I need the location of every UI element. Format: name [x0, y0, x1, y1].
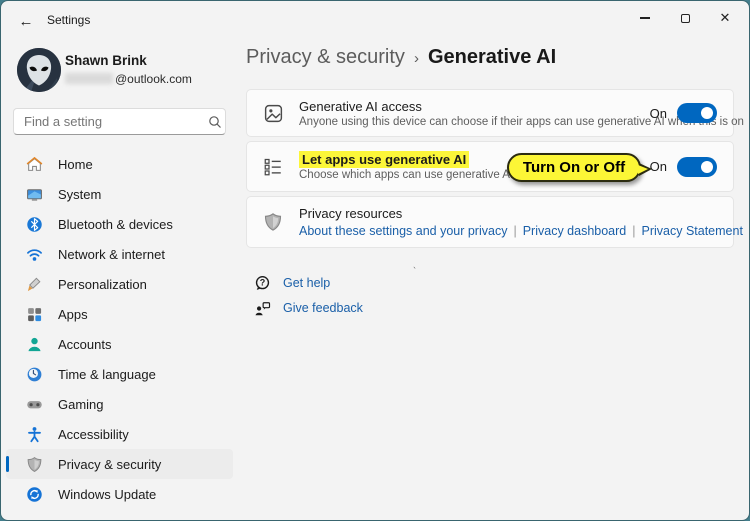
generative-ai-access-toggle[interactable] — [677, 103, 717, 123]
window-title: Settings — [47, 13, 90, 27]
user-name: Shawn Brink — [65, 53, 147, 68]
svg-text:?: ? — [259, 277, 265, 287]
get-help-row[interactable]: ? Get help — [253, 271, 363, 295]
setting-title: Generative AI access — [299, 99, 650, 114]
sidebar-item-label: Accessibility — [58, 427, 129, 442]
privacy-security-icon — [26, 456, 43, 473]
sidebar-item-label: Bluetooth & devices — [58, 217, 173, 232]
generative-ai-access-icon — [261, 103, 285, 124]
sidebar-item-home[interactable]: Home — [6, 149, 233, 179]
sidebar-item-label: Network & internet — [58, 247, 165, 262]
link-about-settings-privacy[interactable]: About these settings and your privacy — [299, 224, 507, 238]
privacy-links: About these settings and your privacy | Pr… — [299, 224, 717, 238]
system-icon — [26, 186, 43, 203]
sidebar-item-network-internet[interactable]: Network & internet — [6, 239, 233, 269]
main-content: Privacy & security › Generative AI Gener… — [246, 41, 732, 520]
link-separator: | — [632, 224, 635, 238]
personalization-icon — [26, 276, 43, 293]
titlebar: ← Settings ✕ — [1, 1, 749, 41]
close-button[interactable]: ✕ — [705, 1, 745, 35]
close-icon: ✕ — [720, 10, 731, 26]
user-email: @outlook.com — [65, 72, 192, 86]
link-privacy-statement[interactable]: Privacy Statement — [642, 224, 743, 238]
search-box[interactable] — [13, 108, 226, 135]
sidebar-item-label: Personalization — [58, 277, 147, 292]
apps-list-icon — [261, 157, 285, 177]
sidebar-item-system[interactable]: System — [6, 179, 233, 209]
network-icon — [26, 246, 43, 263]
give-feedback-icon — [253, 300, 271, 317]
minimize-icon — [640, 17, 650, 18]
page-title: Generative AI — [428, 46, 556, 69]
sidebar-item-label: Accounts — [58, 337, 111, 352]
breadcrumb-parent[interactable]: Privacy & security — [246, 46, 405, 69]
setting-title: Privacy resources — [299, 206, 717, 221]
get-help-icon: ? — [253, 275, 271, 292]
sidebar-item-personalization[interactable]: Personalization — [6, 269, 233, 299]
cursor-artifact: ` — [411, 266, 417, 278]
sidebar-item-bluetooth-devices[interactable]: Bluetooth & devices — [6, 209, 233, 239]
minimize-button[interactable] — [625, 1, 665, 35]
email-domain: @outlook.com — [115, 72, 192, 86]
sidebar-item-label: System — [58, 187, 101, 202]
maximize-button[interactable] — [665, 1, 705, 35]
sidebar-item-apps[interactable]: Apps — [6, 299, 233, 329]
breadcrumb-separator-icon: › — [414, 48, 419, 67]
privacy-shield-icon — [261, 212, 285, 232]
generative-ai-access-card: Generative AI access Anyone using this d… — [246, 89, 734, 137]
give-feedback-row[interactable]: Give feedback — [253, 296, 363, 320]
help-links: ? Get help Give feedback — [253, 271, 363, 321]
gaming-icon — [26, 396, 43, 413]
accessibility-icon — [26, 426, 43, 443]
link-privacy-dashboard[interactable]: Privacy dashboard — [523, 224, 627, 238]
turn-on-or-off-callout: Turn On or Off — [507, 153, 641, 182]
accounts-icon — [26, 336, 43, 353]
sidebar: Shawn Brink @outlook.com Home System Blu… — [1, 41, 238, 520]
let-apps-use-generative-ai-toggle[interactable] — [677, 157, 717, 177]
settings-cards: Generative AI access Anyone using this d… — [246, 89, 734, 252]
back-button[interactable]: ← — [11, 8, 41, 34]
sidebar-item-label: Windows Update — [58, 487, 156, 502]
sidebar-item-windows-update[interactable]: Windows Update — [6, 479, 233, 509]
toggle-state-label: On — [650, 159, 667, 174]
privacy-resources-card: Privacy resources About these settings a… — [246, 196, 734, 248]
settings-window: ← Settings ✕ Shawn Brink @outlook.com — [0, 0, 750, 521]
sidebar-item-label: Time & language — [58, 367, 156, 382]
email-redacted-blur — [65, 73, 113, 84]
alien-avatar-image — [17, 48, 61, 92]
apps-icon — [26, 306, 43, 323]
sidebar-item-accounts[interactable]: Accounts — [6, 329, 233, 359]
sidebar-item-accessibility[interactable]: Accessibility — [6, 419, 233, 449]
time-language-icon — [26, 366, 43, 383]
sidebar-item-label: Privacy & security — [58, 457, 161, 472]
setting-description: Anyone using this device can choose if t… — [299, 116, 650, 128]
sidebar-item-label: Gaming — [58, 397, 104, 412]
get-help-link[interactable]: Get help — [283, 276, 330, 290]
maximize-icon — [681, 14, 690, 23]
sidebar-item-label: Apps — [58, 307, 88, 322]
sidebar-item-gaming[interactable]: Gaming — [6, 389, 233, 419]
home-icon — [26, 156, 43, 173]
avatar — [17, 48, 61, 92]
give-feedback-link[interactable]: Give feedback — [283, 301, 363, 315]
search-icon[interactable] — [204, 115, 225, 129]
link-separator: | — [513, 224, 516, 238]
bluetooth-icon — [26, 216, 43, 233]
sidebar-item-time-language[interactable]: Time & language — [6, 359, 233, 389]
breadcrumb: Privacy & security › Generative AI — [246, 46, 556, 69]
sidebar-nav: Home System Bluetooth & devices Network … — [6, 149, 233, 509]
highlight: Let apps use generative AI — [299, 151, 469, 168]
search-input[interactable] — [14, 114, 204, 129]
sidebar-item-label: Home — [58, 157, 93, 172]
sidebar-item-privacy-security[interactable]: Privacy & security — [6, 449, 233, 479]
let-apps-use-generative-ai-card: Let apps use generative AI Choose which … — [246, 141, 734, 192]
windows-update-icon — [26, 486, 43, 503]
toggle-state-label: On — [650, 106, 667, 121]
back-icon: ← — [19, 13, 34, 30]
